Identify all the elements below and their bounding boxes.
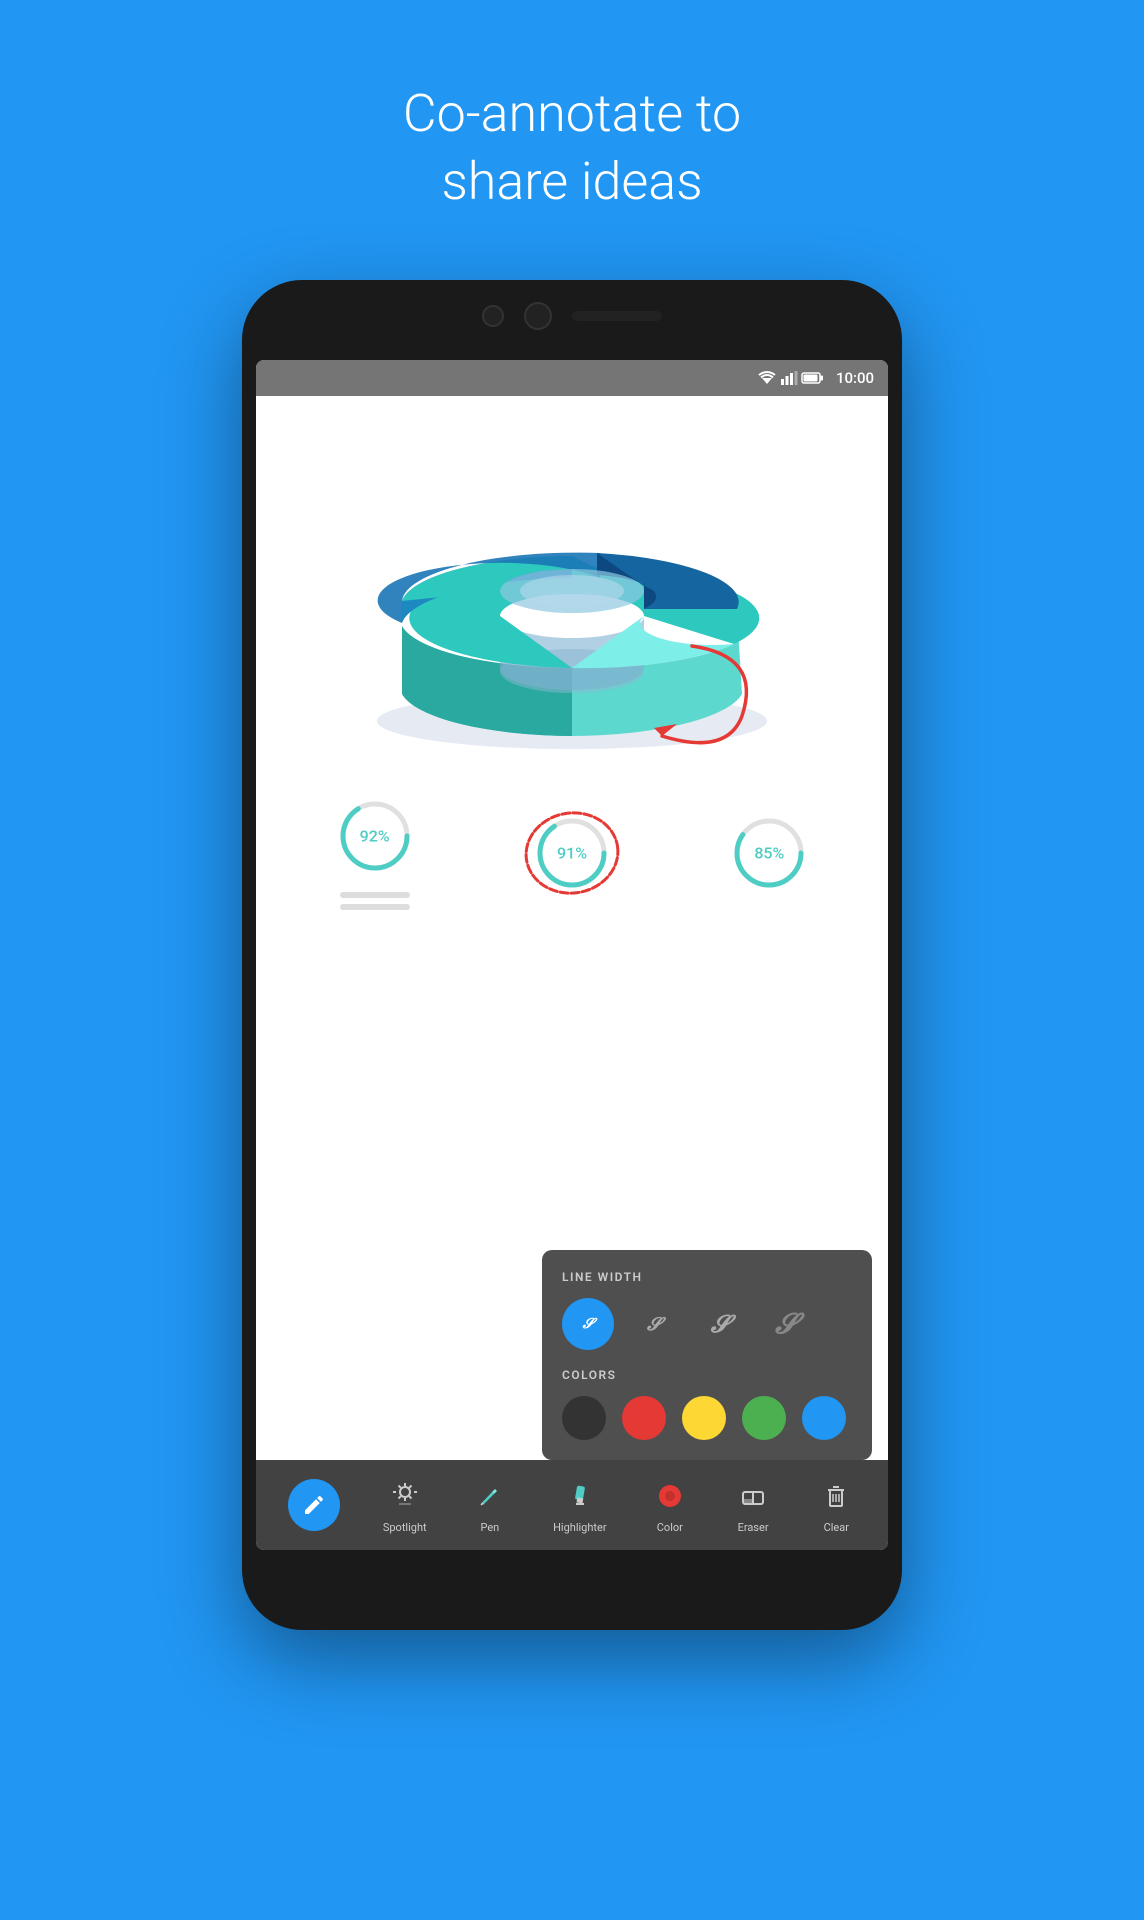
pen-tool-label: Pen [480,1521,499,1534]
line-width-btn-2[interactable]: 𝓢 [628,1298,680,1350]
bottom-toolbar: Spotlight Pen [256,1460,888,1550]
phone-body: 10:00 [242,280,902,1630]
speaker-slot [572,311,662,321]
content-area: 92% [256,396,888,1460]
clear-label: Clear [824,1521,849,1534]
color-btn-yellow[interactable] [682,1396,726,1440]
header-section: Co-annotate to share ideas [0,0,1144,215]
highlighter-icon [566,1482,594,1510]
camera-dot-small [482,305,504,327]
color-btn-red[interactable] [622,1396,666,1440]
color-btn-green[interactable] [742,1396,786,1440]
ring-85: 85% [729,813,809,893]
status-bar: 10:00 [256,360,888,396]
clear-icon [822,1482,850,1510]
chart-area [256,396,888,776]
page-background: Co-annotate to share ideas [0,0,1144,215]
ring-91: 91% [532,813,612,893]
spotlight-icon-wrap [385,1476,425,1516]
line-width-icon-3: 𝓢 [711,1310,730,1338]
tool-clear[interactable]: Clear [806,1470,866,1540]
line-width-panel: LINE WIDTH 𝓢 𝓢 𝓢 [542,1250,872,1460]
line-width-btn-4[interactable]: 𝓢 [760,1298,812,1350]
tool-highlighter[interactable]: Highlighter [543,1470,617,1540]
color-icon-wrap [650,1476,690,1516]
clear-icon-wrap [816,1476,856,1516]
eraser-icon [739,1482,767,1510]
highlighter-label: Highlighter [553,1521,607,1534]
ring-92: 92% [335,796,415,876]
wifi-icon [758,371,776,385]
color-options [562,1396,852,1440]
color-label: Color [657,1521,683,1534]
stat-bar-1 [340,892,410,898]
status-icons [758,371,824,385]
pen-icon [302,1493,326,1517]
stats-row: 92% [256,786,888,920]
status-time: 10:00 [836,369,874,387]
header-title: Co-annotate to share ideas [0,80,1144,215]
stat-item-92: 92% [335,796,415,910]
stat-bar-2 [340,904,410,910]
spotlight-icon [391,1482,419,1510]
spotlight-label: Spotlight [383,1521,427,1534]
pen-label-icon-wrap [470,1476,510,1516]
tool-color[interactable]: Color [640,1470,700,1540]
phone-device: 10:00 [242,280,902,1680]
camera-dot-main [524,302,552,330]
line-width-options: 𝓢 𝓢 𝓢 𝓢 [562,1298,852,1350]
pen-tool-icon [476,1482,504,1510]
red-circle-annotation [520,805,624,901]
stat-value-92: 92% [360,827,390,846]
eraser-icon-wrap [733,1476,773,1516]
line-width-icon-2: 𝓢 [647,1314,661,1335]
line-width-icon-1: 𝓢 [583,1316,594,1332]
color-btn-black[interactable] [562,1396,606,1440]
stat-item-85: 85% [729,813,809,893]
battery-icon [802,372,824,384]
line-width-icon-4: 𝓢 [775,1307,797,1341]
color-btn-blue[interactable] [802,1396,846,1440]
tool-pen[interactable]: Pen [460,1470,520,1540]
colors-label: COLORS [562,1368,852,1382]
eraser-label: Eraser [738,1521,769,1534]
signal-icon [781,371,797,385]
phone-screen: 10:00 [256,360,888,1550]
line-width-btn-3[interactable]: 𝓢 [694,1298,746,1350]
tool-eraser[interactable]: Eraser [723,1470,783,1540]
line-width-label: LINE WIDTH [562,1270,852,1284]
donut-chart-svg [342,426,802,766]
stat-value-85: 85% [754,844,784,863]
stat-item-91: 91% [532,813,612,893]
highlighter-icon-wrap [560,1476,600,1516]
tool-spotlight[interactable]: Spotlight [373,1470,437,1540]
pen-active-icon-wrap [288,1479,340,1531]
tool-pen-active[interactable] [278,1473,350,1537]
color-icon [656,1482,684,1510]
stat-bars-92 [340,892,410,910]
line-width-btn-1[interactable]: 𝓢 [562,1298,614,1350]
